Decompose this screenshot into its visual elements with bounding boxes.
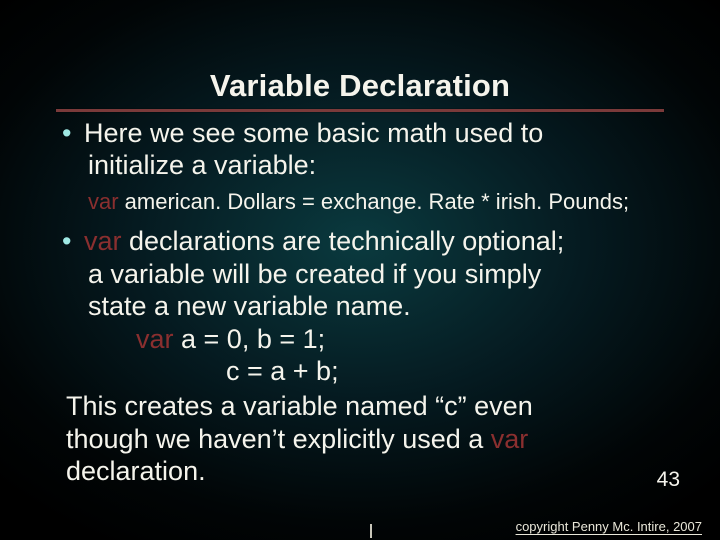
bullet-2-line-2: a variable will be created if you simply: [88, 258, 666, 290]
keyword-var: var: [88, 189, 119, 214]
title-underline: [56, 109, 664, 112]
code-block-2: var a = 0, b = 1; c = a + b;: [136, 324, 666, 388]
bullet-icon: •: [62, 118, 84, 150]
code-2-line-1-rest: a = 0, b = 1;: [174, 324, 326, 354]
bullet-2-line-3: state a new variable name.: [88, 290, 666, 322]
slide-title: Variable Declaration: [0, 68, 720, 104]
bullet-1-line-2: initialize a variable:: [88, 150, 666, 182]
slide: Variable Declaration •Here we see some b…: [0, 0, 720, 540]
bullet-icon: •: [62, 225, 84, 257]
code-line-1: var american. Dollars = exchange. Rate *…: [88, 188, 666, 216]
copyright-text: copyright Penny Mc. Intire, 2007: [516, 519, 702, 534]
bullet-2-line-5: though we haven’t explicitly used a var: [66, 423, 666, 455]
keyword-var: var: [491, 424, 529, 454]
bullet-item-1: •Here we see some basic math used to ini…: [66, 118, 666, 182]
bullet-1-line-1: Here we see some basic math used to: [84, 118, 543, 148]
code-2-line-2: c = a + b;: [136, 356, 666, 388]
bullet-2-line-6: declaration.: [66, 455, 666, 487]
bullet-item-2: •var declarations are technically option…: [66, 225, 666, 487]
bottom-tick-mark: [370, 524, 372, 538]
page-number: 43: [657, 468, 680, 492]
slide-body: •Here we see some basic math used to ini…: [66, 118, 666, 487]
keyword-var: var: [136, 324, 174, 354]
keyword-var: var: [84, 226, 122, 256]
bullet-2-line-1b: declarations are technically optional;: [122, 226, 565, 256]
bullet-2-line-4: This creates a variable named “c” even: [66, 390, 666, 422]
code-1-rest: american. Dollars = exchange. Rate * iri…: [119, 189, 630, 214]
